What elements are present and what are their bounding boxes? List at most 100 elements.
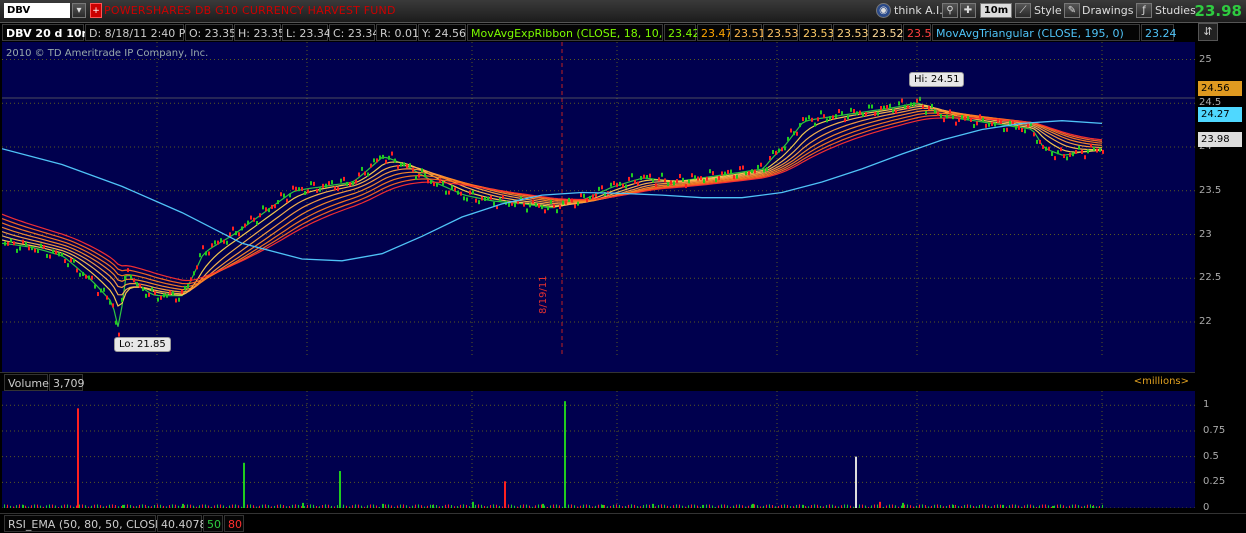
open-value: O: 23.35 xyxy=(185,24,236,41)
price-bar xyxy=(373,158,375,163)
symbol-link-button[interactable]: + xyxy=(90,3,102,18)
volume-bar-minor xyxy=(247,504,248,508)
price-bar xyxy=(943,118,945,123)
volume-bar-minor xyxy=(943,506,944,508)
price-bar xyxy=(1006,127,1008,132)
fund-name: POWERSHARES DB G10 CURRENCY HARVEST FUND xyxy=(104,4,396,17)
volume-bar-minor xyxy=(271,506,272,508)
volume-value: 3,709 xyxy=(49,374,85,391)
price-bar xyxy=(484,197,486,202)
price-bar xyxy=(949,109,951,114)
price-bar xyxy=(271,204,273,209)
price-axis[interactable]: 2222.52323.52424.525 24.56 24.27 23.98 xyxy=(1195,42,1246,372)
price-bar xyxy=(448,190,450,195)
volume-bar-minor xyxy=(1084,505,1085,508)
price-bar xyxy=(658,177,660,182)
volume-bar-minor xyxy=(163,505,164,508)
volume-title[interactable]: Volume xyxy=(4,374,49,391)
volume-bar xyxy=(752,503,754,508)
volume-bar-minor xyxy=(712,505,713,508)
volume-bar-minor xyxy=(529,505,530,508)
volume-bar-minor xyxy=(1081,506,1082,508)
period-label[interactable]: DBV 20 d 10m xyxy=(2,24,93,41)
price-bar xyxy=(1060,147,1062,152)
price-bar xyxy=(247,220,249,225)
volume-bar-minor xyxy=(67,504,68,508)
zoom-icon[interactable]: ⚲ xyxy=(942,3,958,18)
style-icon[interactable]: ⟋ xyxy=(1015,3,1031,18)
volume-bar-minor xyxy=(604,505,605,508)
price-bar xyxy=(199,253,201,258)
volume-bar-minor xyxy=(574,505,575,508)
symbol-dropdown-button[interactable]: ▾ xyxy=(72,3,86,18)
ribbon-line xyxy=(2,112,1103,288)
triangular-study-name[interactable]: MovAvgTriangular (CLOSE, 195, 0) xyxy=(932,24,1140,41)
price-bar xyxy=(1081,149,1083,154)
drawings-icon[interactable]: ✎ xyxy=(1064,3,1080,18)
price-pane[interactable]: 2010 © TD Ameritrade IP Company, Inc. Hi… xyxy=(2,42,1195,357)
volume-bar-minor xyxy=(70,505,71,508)
volume-bar xyxy=(432,504,434,508)
volume-bar-minor xyxy=(118,506,119,508)
volume-bar-minor xyxy=(937,504,938,508)
price-bar xyxy=(421,168,423,173)
volume-bar-minor xyxy=(181,506,182,508)
volume-bar xyxy=(602,504,604,508)
price-bar xyxy=(994,122,996,127)
price-bar xyxy=(415,175,417,180)
volume-bar-minor xyxy=(523,504,524,508)
think-ai-label[interactable]: think A.I. xyxy=(894,4,943,18)
volume-axis-tick: 0.5 xyxy=(1203,450,1219,462)
symbol-input[interactable]: DBV xyxy=(4,3,70,18)
price-bar xyxy=(775,150,777,155)
crosshair-icon[interactable]: ✚ xyxy=(960,3,976,18)
volume-bar-minor xyxy=(757,505,758,508)
volume-bar-minor xyxy=(547,506,548,508)
price-bar xyxy=(586,198,588,203)
price-bar xyxy=(838,109,840,114)
rsi-study-name[interactable]: RSI_EMA (50, 80, 50, CLOSE) xyxy=(4,515,166,532)
volume-pane[interactable] xyxy=(2,391,1195,508)
price-bar xyxy=(895,109,897,114)
price-bar xyxy=(676,179,678,184)
volume-bar-minor xyxy=(694,504,695,508)
chart-settings-icon[interactable]: ⇵ xyxy=(1198,23,1218,41)
volume-axis[interactable]: 0 0.25 0.5 0.75 1 xyxy=(1195,391,1246,513)
volume-bar-minor xyxy=(901,505,902,508)
volume-bar-minor xyxy=(109,504,110,508)
price-bar xyxy=(85,274,87,279)
think-ai-icon[interactable]: ◉ xyxy=(876,3,891,18)
price-bar xyxy=(937,112,939,117)
price-bar xyxy=(46,253,48,258)
volume-bar-minor xyxy=(562,506,563,508)
price-bar xyxy=(214,240,216,245)
price-bar xyxy=(688,179,690,184)
volume-bar-minor xyxy=(892,504,893,508)
price-bar xyxy=(835,114,837,119)
interval-button[interactable]: 10m xyxy=(980,3,1012,18)
volume-bar-minor xyxy=(256,506,257,508)
price-bar xyxy=(916,98,918,103)
volume-bar-minor xyxy=(229,505,230,508)
style-button[interactable]: Style xyxy=(1034,4,1062,18)
volume-bar-minor xyxy=(1018,505,1019,508)
price-bar xyxy=(847,115,849,120)
volume-bar-minor xyxy=(136,506,137,508)
studies-button[interactable]: Studies xyxy=(1155,4,1196,18)
volume-bar-minor xyxy=(586,504,587,508)
volume-bar xyxy=(702,504,704,508)
price-bar xyxy=(571,198,573,203)
price-bar xyxy=(259,213,261,218)
volume-bar-minor xyxy=(682,505,683,508)
price-bar xyxy=(67,263,69,268)
price-bar xyxy=(493,201,495,206)
volume-bar-minor xyxy=(907,504,908,508)
price-bar xyxy=(565,200,567,205)
volume-bar xyxy=(339,471,341,508)
price-bar xyxy=(886,105,888,110)
drawings-button[interactable]: Drawings xyxy=(1082,4,1133,18)
price-bar xyxy=(778,148,780,153)
ribbon-study-name[interactable]: MovAvgExpRibbon (CLOSE, 18, 10, 1) xyxy=(467,24,677,41)
studies-icon[interactable]: ƒ xyxy=(1136,3,1152,18)
price-bar xyxy=(310,181,312,186)
